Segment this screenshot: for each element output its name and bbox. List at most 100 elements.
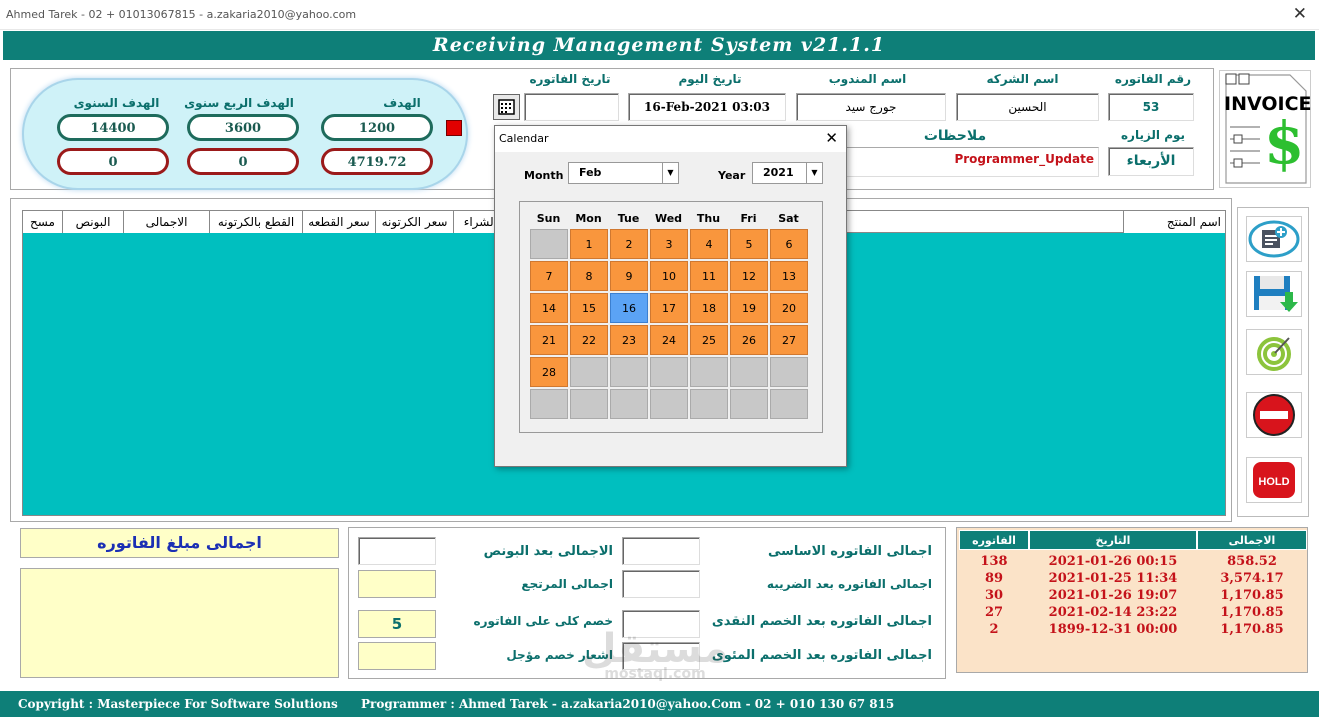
invoice-date-field[interactable] (524, 93, 619, 121)
calendar-day[interactable]: 17 (650, 293, 688, 323)
col-total[interactable]: الاجمالى (124, 211, 210, 233)
weekday-header: Thu (696, 212, 721, 225)
target-label: الهدف (383, 96, 421, 110)
col-delete[interactable]: مسح (23, 211, 63, 233)
calendar-day[interactable]: 24 (650, 325, 688, 355)
footer-copyright: Copyright : Masterpiece For Software Sol… (18, 697, 338, 711)
calendar-empty-cell (770, 357, 808, 387)
footer-programmer: Programmer : Ahmed Tarek - a.zakaria2010… (361, 697, 895, 711)
col-pieces-per-carton[interactable]: القطع بالكرتونه (210, 211, 303, 233)
today-date-field: 16-Feb-2021 03:03 (628, 93, 786, 121)
table-row[interactable]: 89 2021-01-25 11:34 3,574.17 (957, 571, 1307, 588)
calendar-day[interactable]: 25 (690, 325, 728, 355)
calendar-empty-cell (690, 357, 728, 387)
annual-actual-field: 0 (57, 148, 169, 175)
history-cell-invoice: 89 (984, 571, 1004, 586)
history-cell-date: 2021-01-25 11:34 (1048, 571, 1178, 586)
history-cell-date: 2021-01-26 00:15 (1048, 554, 1178, 569)
calendar-empty-cell (730, 357, 768, 387)
col-piece-price[interactable]: سعر القطعه (303, 211, 376, 233)
annual-target-label: الهدف السنوى (73, 96, 160, 110)
history-cell-total: 1,170.85 (1220, 622, 1284, 637)
col-product-name[interactable]: اسم المنتج (1123, 211, 1225, 233)
calendar-day[interactable]: 22 (570, 325, 608, 355)
deferred-discount-field[interactable] (358, 642, 436, 670)
quarterly-target-field[interactable]: 3600 (187, 114, 299, 141)
returns-total-label: اجمالى المرتجع (521, 577, 613, 591)
close-window-button[interactable]: ✕ (1293, 4, 1307, 24)
hold-button[interactable]: HOLD (1246, 457, 1302, 503)
invoice-total-title: اجمالى مبلغ الفاتوره (20, 528, 339, 558)
table-row[interactable]: 30 2021-01-26 19:07 1,170.85 (957, 588, 1307, 605)
notes-field[interactable]: Programmer_Update (846, 147, 1099, 177)
calendar-day[interactable]: 8 (570, 261, 608, 291)
svg-text:HOLD: HOLD (1258, 476, 1289, 488)
target-icon (1257, 337, 1291, 371)
calendar-day[interactable]: 21 (530, 325, 568, 355)
calendar-button[interactable] (493, 94, 520, 120)
calendar-day[interactable]: 10 (650, 261, 688, 291)
calendar-day[interactable]: 9 (610, 261, 648, 291)
table-row[interactable]: 138 2021-01-26 00:15 858.52 (957, 554, 1307, 571)
calendar-empty-cell (610, 357, 648, 387)
calendar-day[interactable]: 11 (690, 261, 728, 291)
target-actual-field: 4719.72 (321, 148, 433, 175)
minus-circle-icon (1253, 394, 1295, 436)
target-button[interactable] (1246, 329, 1302, 375)
table-row[interactable]: 27 2021-02-14 23:22 1,170.85 (957, 605, 1307, 622)
notes-label: ملاحظات (923, 128, 987, 144)
calendar-close-icon[interactable]: ✕ (825, 129, 838, 147)
returns-total-field (358, 570, 436, 598)
calendar-day[interactable]: 5 (730, 229, 768, 259)
calendar-day[interactable]: 20 (770, 293, 808, 323)
calendar-day[interactable]: 3 (650, 229, 688, 259)
history-cell-invoice: 27 (984, 605, 1004, 620)
calendar-day[interactable]: 1 (570, 229, 608, 259)
invoice-logo: INVOICE $ (1219, 70, 1312, 188)
calendar-day[interactable]: 12 (730, 261, 768, 291)
calendar-day[interactable]: 2 (610, 229, 648, 259)
invoice-number-field[interactable]: 53 (1108, 93, 1194, 121)
calendar-day[interactable]: 27 (770, 325, 808, 355)
calendar-empty-cell (570, 389, 608, 419)
calendar-day[interactable]: 18 (690, 293, 728, 323)
year-select[interactable]: 2021 ▼ (752, 162, 823, 184)
calendar-empty-cell (690, 389, 728, 419)
new-item-button[interactable] (1246, 216, 1302, 262)
calendar-day[interactable]: 6 (770, 229, 808, 259)
delete-button[interactable] (1246, 392, 1302, 438)
add-note-icon (1248, 220, 1300, 258)
watermark-logo: مستقل mostaql.com (555, 626, 755, 686)
footer-bar: Copyright : Masterpiece For Software Sol… (0, 691, 1319, 717)
history-cell-invoice: 30 (984, 588, 1004, 603)
chevron-down-icon[interactable]: ▼ (806, 163, 822, 183)
year-label: Year (718, 169, 746, 182)
status-indicator (446, 120, 462, 136)
calendar-day[interactable]: 26 (730, 325, 768, 355)
col-bonus[interactable]: البونص (63, 211, 124, 233)
calendar-day[interactable]: 14 (530, 293, 568, 323)
month-select[interactable]: Feb ▼ (568, 162, 679, 184)
calendar-day[interactable]: 28 (530, 357, 568, 387)
action-sidebar: HOLD (1237, 207, 1309, 517)
calendar-day[interactable]: 4 (690, 229, 728, 259)
basic-total-label: اجمالى الفاتوره الاساسى (767, 544, 932, 559)
chevron-down-icon[interactable]: ▼ (662, 163, 678, 183)
col-carton-price[interactable]: سعر الكرتونه (376, 211, 454, 233)
calendar-day[interactable]: 19 (730, 293, 768, 323)
target-field[interactable]: 1200 (321, 114, 433, 141)
table-row[interactable]: 2 1899-12-31 00:00 1,170.85 (957, 622, 1307, 639)
calendar-day[interactable]: 23 (610, 325, 648, 355)
company-name-field[interactable]: الحسين (956, 93, 1099, 121)
calendar-empty-cell (610, 389, 648, 419)
calendar-day-selected[interactable]: 16 (610, 293, 648, 323)
annual-target-field[interactable]: 14400 (57, 114, 169, 141)
calendar-day[interactable]: 15 (570, 293, 608, 323)
save-button[interactable] (1246, 271, 1302, 317)
visit-day-field[interactable]: الأربعاء (1108, 147, 1194, 176)
quarterly-target-label: الهدف الربع سنوى (184, 96, 294, 110)
calendar-day[interactable]: 13 (770, 261, 808, 291)
total-discount-field[interactable]: 5 (358, 610, 436, 638)
rep-name-field[interactable]: جورج سيد (796, 93, 946, 121)
calendar-day[interactable]: 7 (530, 261, 568, 291)
